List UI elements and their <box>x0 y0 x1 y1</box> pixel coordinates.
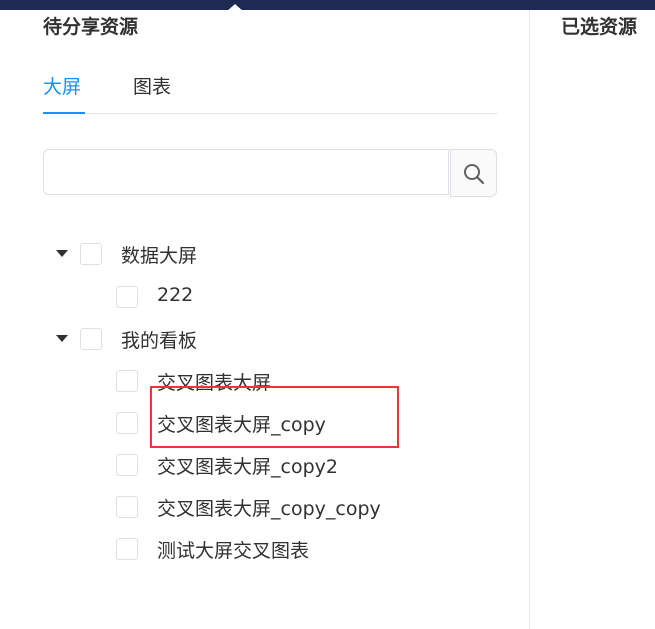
tree-leaf-checkbox[interactable] <box>116 454 138 476</box>
tree-leaf-label[interactable]: 交叉图表大屏_copy_copy <box>157 494 381 521</box>
resource-type-tabs: 大屏 图表 <box>43 67 498 114</box>
active-tab-indicator <box>43 112 85 114</box>
tree-node-label[interactable]: 数据大屏 <box>121 241 197 268</box>
tree-leaf-checkbox[interactable] <box>116 286 138 308</box>
tree-leaf-checkbox[interactable] <box>116 496 138 518</box>
search-icon <box>464 164 485 185</box>
caret-down-icon[interactable] <box>56 335 68 342</box>
caret-down-icon[interactable] <box>56 250 68 257</box>
highlight-annotation-box <box>150 386 399 448</box>
pending-resources-title: 待分享资源 <box>43 16 139 38</box>
search-button[interactable] <box>450 149 497 197</box>
tree-node-data-screens[interactable]: 数据大屏 <box>56 241 356 269</box>
selected-resources-panel: 已选资源 <box>530 10 655 629</box>
tab-charts[interactable]: 图表 <box>133 72 171 99</box>
tree-leaf-cross-chart-screen-copy-copy[interactable]: 交叉图表大屏_copy_copy <box>116 494 446 522</box>
tree-node-checkbox[interactable] <box>80 243 102 265</box>
tree-leaf-test-screen-cross-chart[interactable]: 测试大屏交叉图表 <box>116 536 446 564</box>
tree-leaf-label[interactable]: 222 <box>157 284 193 306</box>
tree-leaf-checkbox[interactable] <box>116 538 138 560</box>
tree-leaf-checkbox[interactable] <box>116 370 138 392</box>
tree-node-label[interactable]: 我的看板 <box>121 326 197 353</box>
resource-search-input[interactable] <box>43 149 449 195</box>
tree-leaf-label[interactable]: 交叉图表大屏_copy2 <box>157 452 338 479</box>
tree-leaf-222[interactable]: 222 <box>116 284 416 312</box>
selected-resources-title: 已选资源 <box>561 16 638 38</box>
tree-leaf-cross-chart-screen-copy2[interactable]: 交叉图表大屏_copy2 <box>116 452 446 480</box>
tab-screens[interactable]: 大屏 <box>43 72 81 99</box>
tree-node-my-dashboards[interactable]: 我的看板 <box>56 326 356 354</box>
tree-node-checkbox[interactable] <box>80 328 102 350</box>
top-header-bar <box>0 0 655 12</box>
tree-leaf-checkbox[interactable] <box>116 412 138 434</box>
tree-leaf-label[interactable]: 测试大屏交叉图表 <box>157 536 309 563</box>
